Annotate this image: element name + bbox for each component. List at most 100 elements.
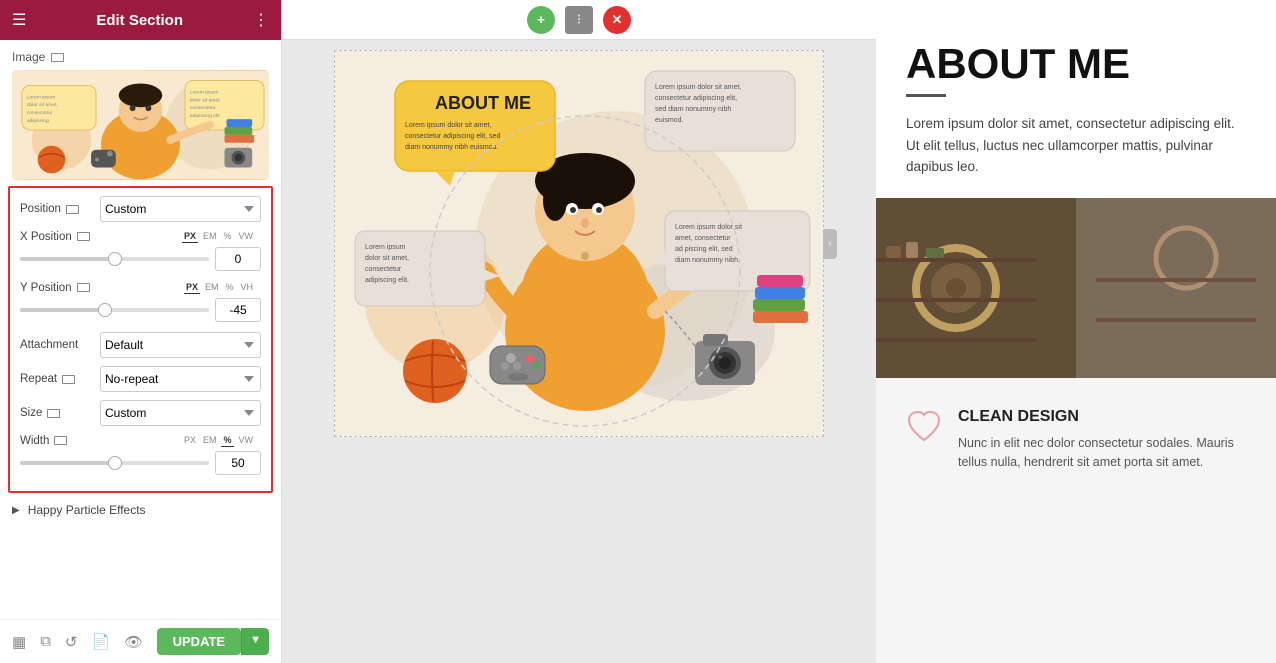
hamburger-icon[interactable]: ☰	[12, 10, 26, 30]
svg-text:diam nonummy nibh euismod.: diam nonummy nibh euismod.	[405, 144, 498, 151]
image-text: Image	[12, 50, 45, 64]
controls-section: Position Custom Default Center Top Left …	[8, 186, 273, 493]
x-monitor-icon	[77, 232, 90, 241]
clipboard-icon[interactable]: 📄	[91, 633, 110, 651]
y-unit-px[interactable]: PX	[184, 281, 200, 294]
width-unit-pct[interactable]: %	[221, 434, 233, 447]
canvas-top-icons: + ⋮ ✕	[527, 6, 631, 34]
repeat-select[interactable]: No-repeat Repeat Repeat-X Repeat-Y	[100, 366, 261, 392]
attachment-label: Attachment	[20, 339, 100, 351]
y-unit-tabs: PX EM % VH	[184, 281, 255, 294]
x-unit-em[interactable]: EM	[201, 230, 219, 243]
svg-text:consectetur: consectetur	[190, 105, 216, 111]
svg-text:euismod.: euismod.	[655, 117, 683, 124]
x-unit-px[interactable]: PX	[182, 230, 198, 243]
svg-text:amet, consectetur: amet, consectetur	[675, 235, 731, 242]
svg-text:Lorem ipsum dolor sit amet,: Lorem ipsum dolor sit amet,	[405, 122, 491, 129]
eye-icon[interactable]: 👁	[124, 633, 143, 651]
y-unit-vh[interactable]: VH	[238, 281, 255, 294]
width-unit-px[interactable]: PX	[182, 434, 198, 447]
x-slider-track[interactable]	[20, 257, 209, 261]
x-position-header: X Position PX EM % VW	[20, 230, 261, 243]
x-unit-tabs: PX EM % VW	[182, 230, 255, 243]
position-select[interactable]: Custom Default Center Top Left Top Right	[100, 196, 261, 222]
width-unit-tabs: PX EM % VW	[182, 434, 255, 447]
image-thumbnail[interactable]: Lorem ipsum dolor sit amet, consectetur …	[12, 70, 269, 180]
svg-text:Lorem ipsum dolor sit: Lorem ipsum dolor sit	[675, 224, 742, 231]
y-position-label: Y Position	[20, 282, 100, 294]
about-me-text: Lorem ipsum dolor sit amet, consectetur …	[906, 113, 1246, 178]
update-button[interactable]: UPDATE	[157, 628, 241, 655]
attachment-select[interactable]: Default Fixed Scroll	[100, 332, 261, 358]
canvas-area: ABOUT ME Lorem ipsum dolor sit amet, con…	[282, 40, 876, 663]
update-arrow-button[interactable]: ▼	[241, 628, 269, 655]
x-value-input[interactable]	[215, 247, 261, 271]
close-canvas-button[interactable]: ✕	[603, 6, 631, 34]
svg-text:diam nonummy nibh.: diam nonummy nibh.	[675, 257, 740, 264]
layers-icon[interactable]: ▦	[12, 633, 26, 651]
toolbar-icons: ▦ ⧉ ↺ 📄 👁	[12, 633, 143, 651]
x-position-container: X Position PX EM % VW	[20, 230, 261, 271]
svg-text:consectetur: consectetur	[365, 266, 402, 273]
components-icon[interactable]: ⧉	[40, 633, 51, 650]
position-row: Position Custom Default Center Top Left …	[20, 196, 261, 222]
happy-particle-section[interactable]: ▶ Happy Particle Effects	[0, 493, 281, 527]
y-value-input[interactable]	[215, 298, 261, 322]
clean-design-content: CLEAN DESIGN Nunc in elit nec dolor cons…	[958, 408, 1246, 472]
svg-text:consectetur adipiscing elit, s: consectetur adipiscing elit, sed	[405, 133, 500, 140]
about-me-title: ABOUT ME	[906, 40, 1246, 88]
svg-text:adipiscing elit.: adipiscing elit.	[365, 277, 409, 284]
canvas-top-bar: + ⋮ ✕	[282, 0, 876, 40]
svg-text:Lorem ipsum: Lorem ipsum	[27, 94, 56, 100]
x-unit-vw[interactable]: VW	[237, 230, 256, 243]
svg-text:ad piscing elit, sed: ad piscing elit, sed	[675, 246, 733, 253]
size-label: Size	[20, 407, 100, 419]
width-slider-thumb[interactable]	[108, 456, 122, 470]
y-position-container: Y Position PX EM % VH	[20, 281, 261, 322]
x-slider-thumb[interactable]	[108, 252, 122, 266]
svg-text:Lorem ipsum dolor sit amet,: Lorem ipsum dolor sit amet,	[655, 84, 741, 91]
about-me-right: ABOUT ME Lorem ipsum dolor sit amet, con…	[876, 0, 1276, 198]
heart-icon	[906, 408, 942, 444]
workshop-image	[876, 198, 1276, 378]
size-select[interactable]: Custom Cover Contain Auto	[100, 400, 261, 426]
size-row: Size Custom Cover Contain Auto	[20, 400, 261, 426]
illustration-section: ABOUT ME Lorem ipsum dolor sit amet, con…	[335, 51, 823, 436]
undo-icon[interactable]: ↺	[65, 633, 78, 651]
canvas-panel-inner: ABOUT ME Lorem ipsum dolor sit amet, con…	[335, 51, 823, 436]
update-button-group: UPDATE ▼	[157, 628, 269, 655]
grid-icon[interactable]: ⋮	[253, 10, 269, 30]
svg-text:dolor sit amet,: dolor sit amet,	[190, 97, 221, 103]
width-slider-track[interactable]	[20, 461, 209, 465]
svg-text:ABOUT ME: ABOUT ME	[435, 93, 531, 113]
y-slider-track[interactable]	[20, 308, 209, 312]
canvas-chevron[interactable]: ‹	[823, 229, 837, 259]
left-panel: ☰ Edit Section ⋮ Image	[0, 0, 282, 663]
image-label: Image	[12, 50, 269, 64]
svg-text:dolor sit amet,: dolor sit amet,	[27, 102, 58, 108]
width-monitor-icon	[54, 436, 67, 445]
y-slider-thumb[interactable]	[98, 303, 112, 317]
happy-label: Happy Particle Effects	[28, 503, 146, 517]
svg-text:Lorem ipsum: Lorem ipsum	[365, 244, 406, 251]
add-element-button[interactable]: +	[527, 6, 555, 34]
repeat-row: Repeat No-repeat Repeat Repeat-X Repeat-…	[20, 366, 261, 392]
svg-text:dolor sit amet,: dolor sit amet,	[365, 255, 409, 262]
y-slider-row	[20, 298, 261, 322]
bottom-toolbar: ▦ ⧉ ↺ 📄 👁 UPDATE ▼	[0, 619, 281, 663]
y-unit-em[interactable]: EM	[203, 281, 221, 294]
svg-text:sed diam nonummy nibh: sed diam nonummy nibh	[655, 106, 731, 113]
happy-arrow-icon: ▶	[12, 505, 20, 516]
y-unit-pct[interactable]: %	[223, 281, 235, 294]
repeat-label: Repeat	[20, 373, 100, 385]
grid-view-button[interactable]: ⋮	[565, 6, 593, 34]
width-slider-row	[20, 451, 261, 475]
x-unit-pct[interactable]: %	[221, 230, 233, 243]
panel-title: Edit Section	[96, 12, 183, 29]
width-value-input[interactable]	[215, 451, 261, 475]
monitor-icon	[51, 53, 64, 62]
width-unit-em[interactable]: EM	[201, 434, 219, 447]
width-unit-vw[interactable]: VW	[237, 434, 256, 447]
width-label: Width	[20, 435, 100, 447]
image-section: Image Lo	[0, 40, 281, 186]
